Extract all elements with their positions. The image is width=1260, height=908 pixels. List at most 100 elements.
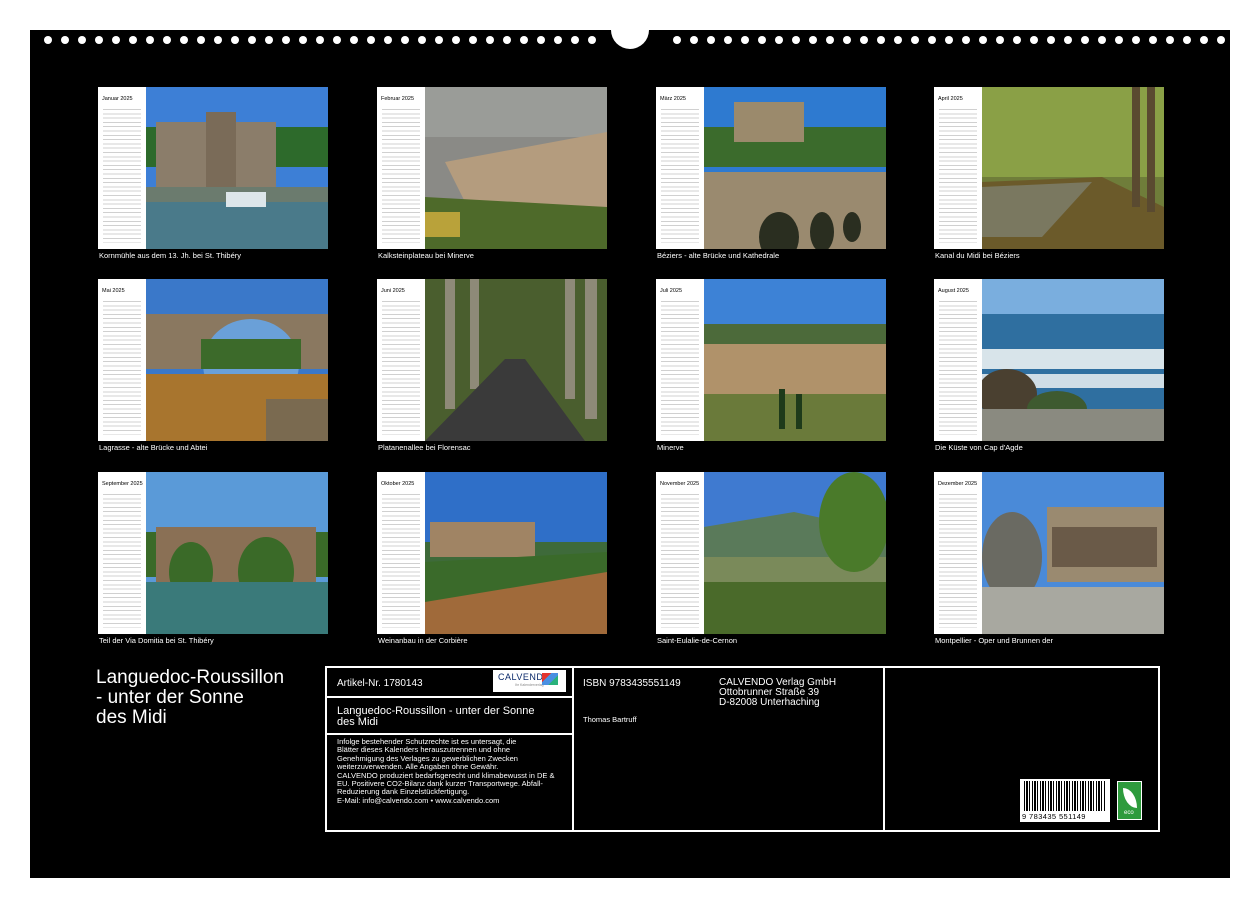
binding-hole [180, 36, 188, 44]
calendar-grid: Dezember 2025 [934, 472, 982, 634]
month-name: April 2025 [938, 96, 963, 102]
month-name: Juni 2025 [381, 288, 405, 294]
month-photo [146, 279, 328, 441]
month-photo [982, 87, 1164, 249]
month-name: Oktober 2025 [381, 481, 414, 487]
calendar-title: Languedoc-Roussillon - unter der Sonne d… [96, 668, 316, 728]
month-caption: Teil der Via Domitia bei St. Thibéry [99, 636, 214, 645]
calendar-grid: Oktober 2025 [377, 472, 425, 634]
month-photo [704, 87, 886, 249]
binding-hole [1013, 36, 1021, 44]
month-caption: Kornmühle aus dem 13. Jh. bei St. Thibér… [99, 251, 241, 260]
month-august: August 2025 Die Küste von Cap d'Agde [934, 279, 1164, 459]
month-caption: Platanenallee bei Florensac [378, 443, 471, 452]
calendar-grid: Juni 2025 [377, 279, 425, 441]
binding-hole [214, 36, 222, 44]
binding-hole [435, 36, 443, 44]
month-november: November 2025 Saint-Eulalie-de-Cernon [656, 472, 886, 652]
binding-hole [554, 36, 562, 44]
month-caption: Saint-Eulalie-de-Cernon [657, 636, 737, 645]
month-name: Dezember 2025 [938, 481, 977, 487]
binding-hole [265, 36, 273, 44]
binding-hole [928, 36, 936, 44]
binding-hole [962, 36, 970, 44]
calendar-back-sheet: Januar 2025 Kornmühle aus dem 13. Jh. be… [30, 30, 1230, 878]
binding-hole [1081, 36, 1089, 44]
month-caption: Minerve [657, 443, 684, 452]
month-may: Mai 2025 Lagrasse - alte Brücke und Abte… [98, 279, 328, 459]
product-info-box: Artikel-Nr. 1780143 CALVENDO Ihr Kalende… [325, 666, 1160, 832]
binding-hole [333, 36, 341, 44]
binding-hole [877, 36, 885, 44]
binding-hole [1030, 36, 1038, 44]
binding-hole [571, 36, 579, 44]
binding-hole [1217, 36, 1225, 44]
month-september: September 2025 Teil der Via Domitia bei … [98, 472, 328, 652]
binding-hole [503, 36, 511, 44]
calendar-grid: November 2025 [656, 472, 704, 634]
eco-leaf-icon: eco [1117, 781, 1142, 820]
binding-hole [129, 36, 137, 44]
month-photo [704, 279, 886, 441]
month-march: März 2025 Béziers - alte Brücke und Kath… [656, 87, 886, 267]
binding-hole [469, 36, 477, 44]
binding-hole [44, 36, 52, 44]
isbn: ISBN 9783435551149 [583, 678, 681, 689]
month-photo [146, 472, 328, 634]
binding-hole [486, 36, 494, 44]
month-caption: Kalksteinplateau bei Minerve [378, 251, 474, 260]
binding-hole [1098, 36, 1106, 44]
binding-hole [61, 36, 69, 44]
calvendo-logo: CALVENDO Ihr Kalenderverlag [493, 670, 566, 692]
product-title: Languedoc-Roussillon - unter der Sonne d… [337, 706, 535, 728]
binding-hole [316, 36, 324, 44]
month-name: Mai 2025 [102, 288, 125, 294]
binding-hole [95, 36, 103, 44]
month-june: Juni 2025 Platanenallee bei Florensac [377, 279, 607, 459]
month-photo [982, 472, 1164, 634]
calendar-grid: Mai 2025 [98, 279, 146, 441]
month-name: Januar 2025 [102, 96, 133, 102]
binding-hole [1200, 36, 1208, 44]
binding-hole [197, 36, 205, 44]
month-photo [425, 472, 607, 634]
month-name: August 2025 [938, 288, 969, 294]
month-caption: Béziers - alte Brücke und Kathedrale [657, 251, 779, 260]
binding-hole [860, 36, 868, 44]
month-photo [982, 279, 1164, 441]
month-april: April 2025 Kanal du Midi bei Béziers [934, 87, 1164, 267]
hanger-cutout [611, 18, 649, 49]
isbn-barcode: 9 783435 551149 [1020, 779, 1110, 822]
title-line: - unter der Sonne [96, 688, 316, 708]
binding-hole [418, 36, 426, 44]
month-january: Januar 2025 Kornmühle aus dem 13. Jh. be… [98, 87, 328, 267]
binding-hole [282, 36, 290, 44]
binding-hole [996, 36, 1004, 44]
binding-hole [979, 36, 987, 44]
month-caption: Kanal du Midi bei Béziers [935, 251, 1020, 260]
binding-hole [1132, 36, 1140, 44]
binding-hole [452, 36, 460, 44]
binding-hole [146, 36, 154, 44]
binding-hole [401, 36, 409, 44]
month-october: Oktober 2025 Weinanbau in der Corbière [377, 472, 607, 652]
binding-hole [673, 36, 681, 44]
binding-hole [350, 36, 358, 44]
legal-notice: Infolge bestehender Schutzrechte ist es … [337, 738, 572, 805]
binding-hole [78, 36, 86, 44]
month-caption: Die Küste von Cap d'Agde [935, 443, 1023, 452]
logo-subtext: Ihr Kalenderverlag [515, 683, 544, 687]
binding-hole [826, 36, 834, 44]
binding-hole [809, 36, 817, 44]
month-caption: Weinanbau in der Corbière [378, 636, 468, 645]
binding-hole [112, 36, 120, 44]
barcode-number: 9 783435 551149 [1022, 812, 1086, 821]
title-line: Languedoc-Roussillon [96, 668, 316, 688]
calendar-grid: August 2025 [934, 279, 982, 441]
month-photo [425, 279, 607, 441]
binding-hole [945, 36, 953, 44]
wire-binding [30, 30, 1230, 52]
calendar-grid: Juli 2025 [656, 279, 704, 441]
month-name: Februar 2025 [381, 96, 414, 102]
month-name: März 2025 [660, 96, 686, 102]
